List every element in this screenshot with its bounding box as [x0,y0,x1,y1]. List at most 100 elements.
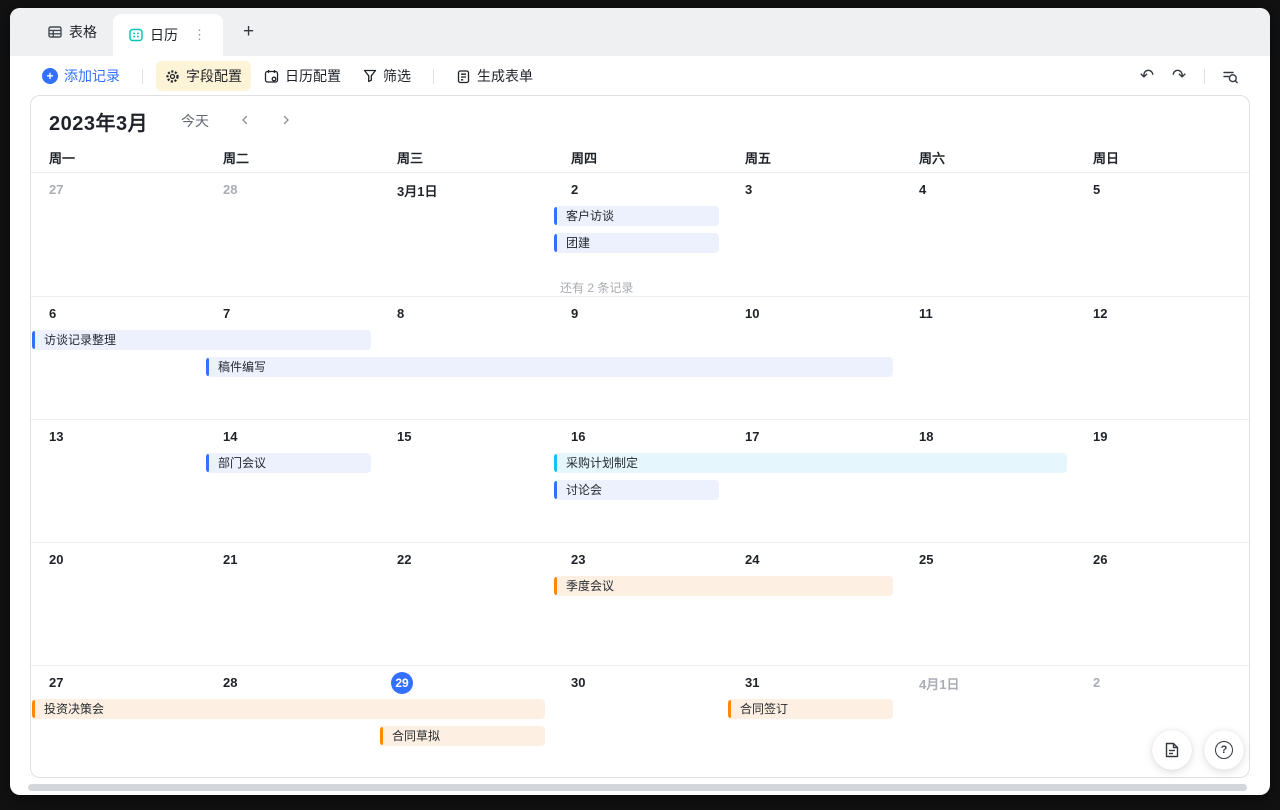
tab-table[interactable]: 表格 [32,8,113,56]
day-cell[interactable]: 3 [727,173,901,296]
day-cell[interactable]: 12 [1075,297,1249,419]
toolbar-divider [433,69,434,84]
help-fab-button[interactable]: ? [1204,730,1244,770]
event-title: 稿件编写 [218,360,266,374]
search-records-button[interactable] [1214,62,1246,90]
event-bar[interactable]: 访谈记录整理 [32,330,371,350]
event-title: 部门会议 [218,456,266,470]
chevron-left-icon [239,114,251,126]
toolbar-divider [142,69,143,84]
prev-month-button[interactable] [237,112,253,128]
search-list-icon [1222,68,1239,85]
day-number: 24 [745,552,759,567]
event-accent [554,234,557,252]
event-title: 客户访谈 [566,209,614,223]
day-number: 25 [919,552,933,567]
day-cell[interactable]: 18 [901,420,1075,542]
day-cell[interactable]: 14 [205,420,379,542]
calendar-view-icon [129,28,143,42]
plus-circle-icon: + [42,68,58,84]
document-icon [1164,741,1180,759]
day-number: 12 [1093,306,1107,321]
day-cell[interactable]: 3月1日 [379,173,553,296]
filter-button[interactable]: 筛选 [354,61,420,91]
day-number: 7 [223,306,230,321]
event-title: 合同草拟 [392,729,440,743]
docs-fab-button[interactable] [1152,730,1192,770]
chevron-right-icon [280,114,292,126]
day-cell[interactable]: 27 [31,173,205,296]
calendar-week-row: 20212223 24 25 26 季度会议 [31,543,1249,666]
redo-button[interactable]: ↷ [1163,62,1195,90]
event-bar[interactable]: 团建 [554,233,719,253]
today-button[interactable]: 今天 [181,111,209,131]
day-number: 30 [571,675,585,690]
event-accent [380,727,383,745]
event-bar[interactable]: 部门会议 [206,453,371,473]
undo-icon: ↶ [1140,66,1154,86]
tab-calendar[interactable]: 日历 ⋮ [113,14,223,56]
calendar-config-button[interactable]: 日历配置 [255,61,350,91]
event-bar[interactable]: 投资决策会 [32,699,545,719]
table-grid-icon [48,25,62,39]
day-cell[interactable]: 23 [553,543,727,665]
day-cell[interactable]: 28 [205,666,379,778]
day-cell[interactable]: 27 [31,666,205,778]
next-month-button[interactable] [278,112,294,128]
tab-table-label: 表格 [69,22,97,42]
event-accent [554,481,557,499]
add-record-button[interactable]: + 添加记录 [33,61,129,91]
day-number: 31 [745,675,759,690]
day-cell[interactable]: 4 [901,173,1075,296]
new-view-tab-button[interactable]: + [223,8,274,56]
event-bar[interactable]: 稿件编写 [206,357,893,377]
event-accent [206,454,209,472]
day-number: 15 [397,429,411,444]
event-accent [728,700,731,718]
day-cell[interactable]: 29 [379,666,553,778]
undo-button[interactable]: ↶ [1131,62,1163,90]
tab-more-icon[interactable]: ⋮ [193,27,207,43]
day-cell[interactable]: 28 [205,173,379,296]
event-accent [554,454,557,472]
day-cell[interactable]: 31 [727,666,901,778]
calendar-week-row: 27282930314月1日2投资决策会合同草拟合同签订 [31,666,1249,778]
day-cell[interactable]: 30 [553,666,727,778]
day-number: 14 [223,429,237,444]
day-cell[interactable]: 11 [901,297,1075,419]
field-config-button[interactable]: 字段配置 [156,61,251,91]
horizontal-scrollbar[interactable] [28,784,1247,791]
day-cell[interactable]: 24 [727,543,901,665]
event-bar[interactable]: 客户访谈 [554,206,719,226]
event-accent [32,331,35,349]
day-cell[interactable]: 5 [1075,173,1249,296]
day-number: 16 [571,429,585,444]
event-bar[interactable]: 采购计划制定 [554,453,1067,473]
day-cell[interactable]: 26 [1075,543,1249,665]
toolbar: + 添加记录 字段配置 [10,56,1270,96]
day-cell[interactable]: 21 [205,543,379,665]
day-number: 11 [919,306,933,321]
day-cell[interactable]: 6 [31,297,205,419]
day-cell[interactable]: 13 [31,420,205,542]
day-cell[interactable]: 25 [901,543,1075,665]
day-cell[interactable]: 15 [379,420,553,542]
day-cell[interactable]: 19 [1075,420,1249,542]
day-cell[interactable]: 17 [727,420,901,542]
event-bar[interactable]: 季度会议 [554,576,893,596]
weekday-label: 周二 [205,146,379,172]
event-bar[interactable]: 讨论会 [554,480,719,500]
day-cell[interactable]: 20 [31,543,205,665]
event-title: 讨论会 [566,483,602,497]
generate-form-button[interactable]: 生成表单 [447,61,542,91]
event-title: 采购计划制定 [566,456,638,470]
event-title: 访谈记录整理 [44,333,116,347]
day-cell[interactable]: 22 [379,543,553,665]
view-tabbar: 表格 日历 ⋮ + [10,8,1270,56]
event-bar[interactable]: 合同签订 [728,699,893,719]
event-title: 合同签订 [740,702,788,716]
event-bar[interactable]: 合同草拟 [380,726,545,746]
form-icon [456,69,471,84]
day-cell[interactable]: 4月1日 [901,666,1075,778]
more-records-link[interactable]: 还有 2 条记录 [560,279,633,296]
